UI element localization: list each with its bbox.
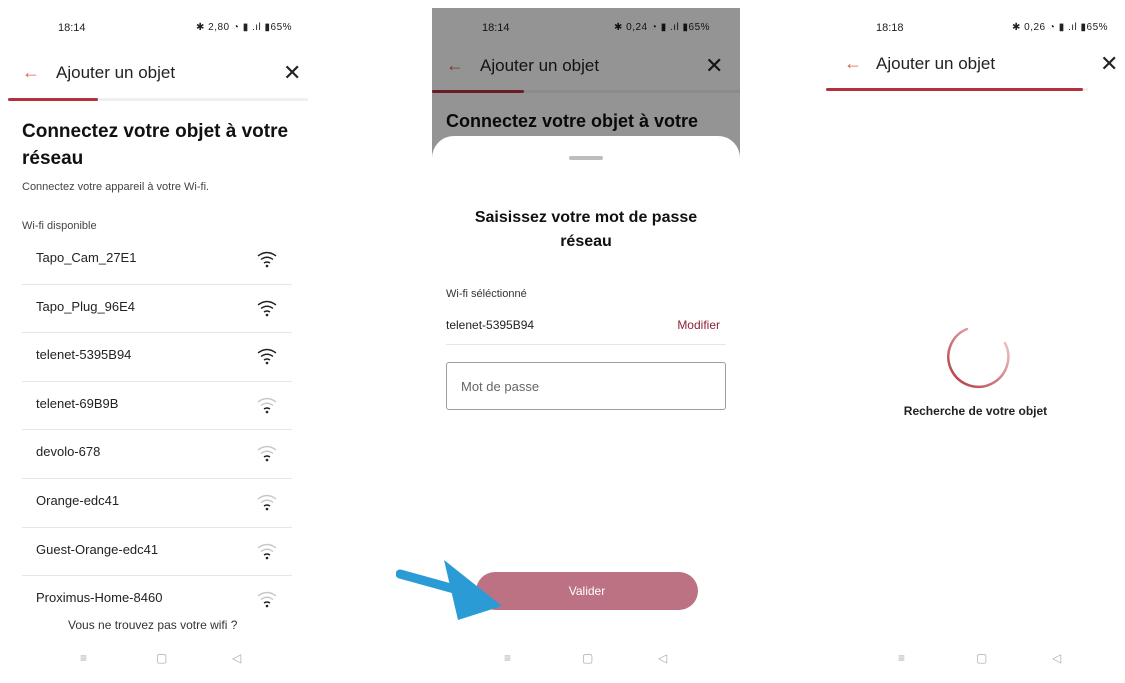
wifi-network-item[interactable]: telenet-5395B94 <box>22 333 292 382</box>
back-icon[interactable]: ◁ <box>232 651 241 665</box>
wifi-network-name: Tapo_Cam_27E1 <box>36 250 137 265</box>
wifi-weak-icon <box>257 397 277 414</box>
back-icon[interactable]: ◁ <box>658 651 667 665</box>
wifi-network-item[interactable]: Tapo_Plug_96E4 <box>22 285 292 334</box>
page-title: Ajouter un objet <box>56 63 176 82</box>
subtitle: Connectez votre appareil à votre Wi-fi. <box>22 181 210 193</box>
wifi-weak-icon <box>257 543 277 559</box>
home-icon[interactable]: ▢ <box>156 651 167 665</box>
close-icon[interactable]: ✕ <box>1100 51 1118 77</box>
system-nav-bar: ≡ ▢ ◁ <box>432 643 740 683</box>
wifi-network-item[interactable]: telenet-69B9B <box>22 382 292 431</box>
page-title: Ajouter un objet <box>876 54 996 73</box>
progress-fill <box>8 98 98 101</box>
wifi-network-name: telenet-69B9B <box>36 395 119 411</box>
status-indicators: ✱ 0,26 ◔ ▮ .ıl ▮65% <box>1012 22 1109 33</box>
wifi-network-name: devolo-678 <box>36 444 101 460</box>
sheet-title: Saisissez votre mot de passe réseau <box>474 209 698 250</box>
screen-searching: 18:18 ✱ 0,26 ◔ ▮ .ıl ▮65% ← Ajouter un o… <box>826 0 1125 683</box>
wifi-network-item[interactable]: Guest-Orange-edc41 <box>22 528 292 577</box>
wifi-weak-icon <box>257 591 277 608</box>
wifi-list: Tapo_Cam_27E1 Tapo_Plug_96E4 telenet-5395B… <box>22 236 292 625</box>
wifi-weak-icon <box>257 446 277 462</box>
menu-icon[interactable]: ≡ <box>504 651 511 665</box>
screen-wifi-list: 18:14 ✱ 2,80 ◔ ▮ .ıl ▮65% ← Ajouter un o… <box>0 0 318 683</box>
annotation-arrow-icon <box>396 560 502 620</box>
divider <box>446 344 726 345</box>
loading-text: Recherche de votre objet <box>903 404 1048 418</box>
selected-wifi-label: Wi-fi séléctionné <box>446 288 527 300</box>
back-arrow-icon[interactable]: ← <box>844 53 862 74</box>
wifi-network-item[interactable]: Orange-edc41 <box>22 479 292 528</box>
progress-bar <box>8 98 308 101</box>
status-time: 18:18 <box>876 22 904 34</box>
password-input[interactable] <box>446 362 726 410</box>
wifi-weak-icon <box>257 494 277 511</box>
wifi-network-name: Proximus-Home-8460 <box>36 590 163 606</box>
status-indicators: ✱ 2,80 ◔ ▮ .ıl ▮65% <box>196 22 293 33</box>
wifi-strong-icon <box>257 300 277 316</box>
back-arrow-icon[interactable]: ← <box>22 62 40 83</box>
selected-wifi-name: telenet-5395B94 <box>446 318 535 332</box>
status-time: 18:14 <box>58 22 86 34</box>
wifi-list-label: Wi-fi disponible <box>22 220 97 232</box>
home-icon[interactable]: ▢ <box>582 651 593 665</box>
wifi-strong-icon <box>257 348 277 365</box>
loading-spinner-icon <box>947 327 1010 388</box>
back-icon[interactable]: ◁ <box>1052 651 1061 665</box>
wifi-network-item[interactable]: devolo-678 <box>22 430 292 479</box>
wifi-not-found-link[interactable]: Vous ne trouvez pas votre wifi ? <box>68 618 237 632</box>
menu-icon[interactable]: ≡ <box>898 651 905 665</box>
validate-button[interactable]: Valider <box>476 572 698 610</box>
wifi-network-name: telenet-5395B94 <box>36 347 132 363</box>
home-icon[interactable]: ▢ <box>976 651 987 665</box>
heading: Connectez votre objet à votre réseau <box>22 121 289 169</box>
wifi-network-name: Guest-Orange-edc41 <box>36 541 159 557</box>
wifi-strong-icon <box>257 251 277 268</box>
modify-link[interactable]: Modifier <box>677 318 720 332</box>
wifi-network-name: Tapo_Plug_96E4 <box>36 298 136 314</box>
menu-icon[interactable]: ≡ <box>80 651 87 665</box>
system-nav-bar: ≡ ▢ ◁ <box>0 643 318 683</box>
progress-fill <box>826 88 1083 91</box>
wifi-network-name: Orange-edc41 <box>36 492 120 508</box>
sheet-drag-handle[interactable] <box>569 156 603 160</box>
progress-bar <box>826 88 1088 91</box>
wifi-network-item[interactable]: Tapo_Cam_27E1 <box>22 236 292 285</box>
close-icon[interactable]: ✕ <box>283 60 301 86</box>
system-nav-bar: ≡ ▢ ◁ <box>826 643 1125 683</box>
